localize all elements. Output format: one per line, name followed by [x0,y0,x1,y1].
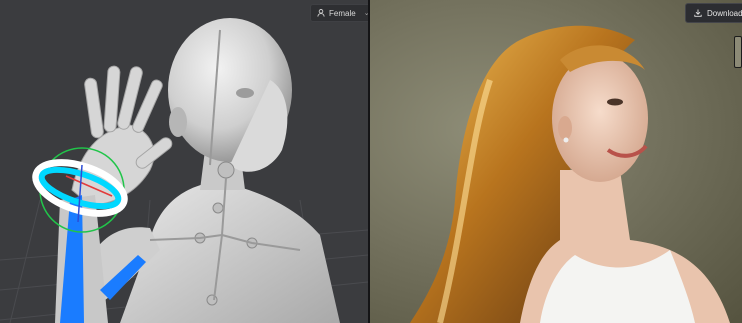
pose-viewport[interactable]: Female ⌄ [0,0,368,323]
download-label: Download [707,8,742,18]
mannequin-ear [169,107,187,137]
model-selector-label: Female [329,8,356,18]
side-panel-tab[interactable] [734,36,742,68]
generated-image-pane [370,0,742,323]
ear [558,116,572,140]
model-selector-dropdown[interactable]: Female ⌄ [310,4,368,22]
viewport-canvas[interactable] [0,0,368,323]
download-icon [694,9,702,17]
app-root: Female ⌄ Download [0,0,742,323]
earring [563,137,569,143]
person-icon [317,9,325,17]
download-button[interactable]: Download [685,3,742,23]
generated-portrait [410,25,730,323]
mannequin-eye [236,88,254,98]
eye [607,98,623,106]
